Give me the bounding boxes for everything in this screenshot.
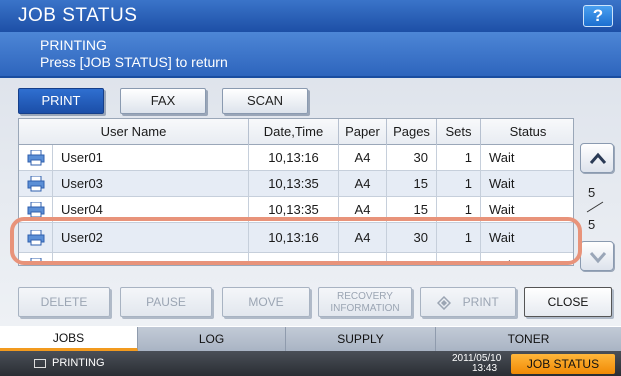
- printer-icon: [27, 176, 45, 192]
- tab-print[interactable]: PRINT: [18, 88, 104, 114]
- date-time-cell: 10,13:35: [249, 171, 339, 197]
- row-icon-cell: [19, 145, 53, 171]
- sets-cell: 1: [437, 171, 481, 197]
- status-cell: Wait: [489, 258, 515, 266]
- status-text: PRINTING: [52, 357, 105, 369]
- move-button[interactable]: MOVE: [222, 287, 310, 317]
- printer-icon: [27, 202, 45, 218]
- pages-cell: 15: [387, 197, 437, 223]
- date-time-cell: 10,13:16: [249, 223, 339, 253]
- recovery-label-line2: INFORMATION: [330, 303, 400, 314]
- status-cell: Wait: [489, 230, 515, 245]
- tab-supply[interactable]: SUPPLY: [286, 327, 436, 351]
- time-display: 13:43: [472, 363, 498, 374]
- pages-cell: 30: [387, 223, 437, 253]
- message-bar: PRINTING Press [JOB STATUS] to return: [0, 32, 621, 78]
- recovery-label-line1: RECOVERY: [337, 291, 393, 302]
- row-icon-cell: [19, 197, 53, 223]
- print-button[interactable]: PRINT: [420, 287, 516, 317]
- help-button[interactable]: ?: [583, 5, 613, 27]
- row-icon-cell: [19, 171, 53, 197]
- tab-log[interactable]: LOG: [138, 327, 286, 351]
- total-pages: 5: [588, 217, 596, 232]
- title-bar: JOB STATUS ?: [0, 0, 621, 32]
- paper-cell: A4: [339, 145, 387, 171]
- sets-cell: 1: [437, 253, 481, 265]
- table-row[interactable]: User04 10,13:35 A4 15 1 Wait: [19, 197, 573, 223]
- column-header-status: Status: [509, 124, 547, 139]
- date-time-cell: 10,13:16: [249, 145, 339, 171]
- print-label: PRINT: [462, 295, 499, 309]
- page-title: JOB STATUS: [18, 5, 138, 26]
- job-status-button[interactable]: JOB STATUS: [511, 354, 615, 374]
- user-name-cell: User02: [53, 223, 249, 253]
- scroll-down-button[interactable]: [580, 241, 614, 271]
- column-header-pages: Pages: [387, 119, 437, 145]
- status-cell: Wait: [489, 176, 515, 191]
- printer-icon: [27, 230, 45, 246]
- paper-cell: A4: [339, 223, 387, 253]
- date-time-cell: 10,13:35: [249, 197, 339, 223]
- sets-cell: 1: [437, 223, 481, 253]
- close-button[interactable]: CLOSE: [524, 287, 612, 317]
- chevron-down-icon: [589, 252, 607, 264]
- row-icon-cell: [19, 223, 53, 253]
- table-row[interactable]: User01 10,13:16 A4 30 1 Wait: [19, 145, 573, 171]
- paper-cell: A4: [339, 197, 387, 223]
- pages-cell: 30: [387, 145, 437, 171]
- user-name-cell: User04: [53, 197, 249, 223]
- tab-fax[interactable]: FAX: [120, 88, 206, 114]
- user-name-cell: User03: [53, 171, 249, 197]
- delete-button[interactable]: DELETE: [18, 287, 110, 317]
- paper-cell: A4: [339, 253, 387, 265]
- printer-icon: [27, 258, 45, 265]
- table-header: User Name Date,Time Paper Pages Sets Sta…: [19, 119, 573, 145]
- table-row[interactable]: User05 10,13:36 A4 10 1 Wait: [19, 253, 573, 266]
- printer-status-icon: [34, 359, 46, 368]
- table-row-selected[interactable]: User02 10,13:16 A4 30 1 Wait: [19, 223, 573, 253]
- main-area: PRINT FAX SCAN User Name Date,Time Paper…: [0, 78, 621, 326]
- pages-cell: 15: [387, 171, 437, 197]
- scroll-up-button[interactable]: [580, 143, 614, 173]
- recovery-information-button[interactable]: RECOVERY INFORMATION: [318, 287, 412, 317]
- job-table: User Name Date,Time Paper Pages Sets Sta…: [18, 118, 574, 266]
- chevron-up-icon: [589, 152, 607, 164]
- column-header-paper: Paper: [339, 119, 387, 145]
- paper-cell: A4: [339, 171, 387, 197]
- diamond-icon: [437, 295, 452, 310]
- column-header-user-name: User Name: [19, 119, 249, 145]
- column-header-date-time: Date,Time: [249, 119, 339, 145]
- sets-cell: 1: [437, 145, 481, 171]
- status-bar: PRINTING 2011/05/10 13:43 JOB STATUS: [0, 351, 621, 376]
- user-name-cell: User05: [53, 253, 249, 265]
- status-cell: Wait: [489, 202, 515, 217]
- row-icon-cell: [19, 253, 53, 265]
- instruction-message: Press [JOB STATUS] to return: [40, 54, 228, 70]
- tab-toner[interactable]: TONER: [436, 327, 621, 351]
- bottom-tabs: JOBS LOG SUPPLY TONER: [0, 327, 621, 351]
- tab-jobs[interactable]: JOBS: [0, 327, 138, 351]
- current-page: 5: [588, 185, 596, 200]
- page-separator: [586, 201, 604, 213]
- status-message: PRINTING: [40, 37, 107, 53]
- date-time-cell: 10,13:36: [249, 253, 339, 265]
- printer-icon: [27, 150, 45, 166]
- pause-button[interactable]: PAUSE: [120, 287, 212, 317]
- status-cell: Wait: [489, 150, 515, 165]
- pages-cell: 10: [387, 253, 437, 265]
- user-name-cell: User01: [53, 145, 249, 171]
- tab-scan[interactable]: SCAN: [222, 88, 308, 114]
- column-header-sets: Sets: [437, 119, 481, 145]
- table-row[interactable]: User03 10,13:35 A4 15 1 Wait: [19, 171, 573, 197]
- sets-cell: 1: [437, 197, 481, 223]
